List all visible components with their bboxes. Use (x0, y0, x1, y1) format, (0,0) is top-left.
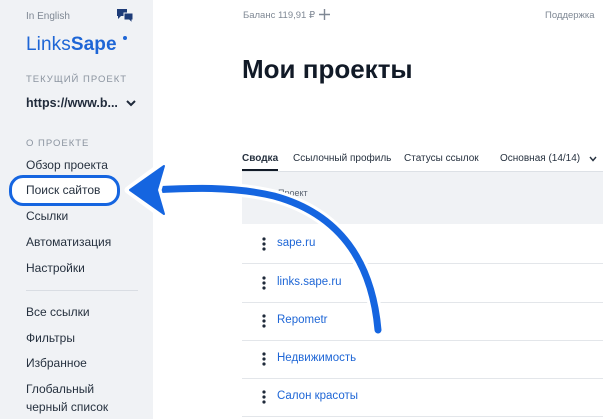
sidebar-item-automation[interactable]: Автоматизация (26, 235, 111, 249)
language-switch-link[interactable]: In English (26, 11, 70, 22)
sidebar-item-filters[interactable]: Фильтры (26, 331, 75, 345)
chevron-down-icon (126, 100, 136, 107)
sidebar-item-all-links[interactable]: Все ссылки (26, 305, 90, 319)
more-options-icon[interactable] (262, 237, 266, 251)
column-header-project: Проект (278, 188, 308, 198)
table-row[interactable]: links.sape.ru (242, 264, 603, 303)
sidebar-item-overview[interactable]: Обзор проекта (26, 158, 108, 172)
view-select[interactable]: Основная (14/14) (500, 153, 580, 164)
logo-dot (123, 36, 127, 40)
project-link[interactable]: Repometr (277, 314, 328, 326)
table-row[interactable]: sape.ru (242, 225, 603, 264)
sidebar: In English LinksSape ТЕКУЩИЙ ПРОЕКТ http… (0, 0, 153, 419)
more-options-icon[interactable] (262, 276, 266, 290)
tab-summary[interactable]: Сводка (242, 153, 278, 164)
chevron-down-icon[interactable] (589, 156, 597, 162)
sidebar-item-global-blacklist-line1[interactable]: Глобальный (26, 382, 94, 396)
project-link[interactable]: Недвижимость (277, 352, 356, 364)
balance-display: Баланс 119,91 ₽ (243, 10, 316, 21)
project-link[interactable]: Салон красоты (277, 390, 358, 402)
current-project-label: ТЕКУЩИЙ ПРОЕКТ (26, 74, 128, 85)
more-options-icon[interactable] (262, 314, 266, 328)
main-content: Баланс 119,91 ₽ Поддержка Мои проекты Св… (153, 0, 603, 419)
more-options-icon[interactable] (262, 390, 266, 404)
table-row[interactable]: Repometr (242, 302, 603, 341)
page-title: Мои проекты (242, 54, 413, 84)
sidebar-item-links[interactable]: Ссылки (26, 209, 68, 223)
project-select-value: https://www.b... (26, 96, 118, 110)
sidebar-item-settings[interactable]: Настройки (26, 261, 85, 275)
plus-icon[interactable] (319, 9, 330, 20)
table-row[interactable]: Салон красоты (242, 378, 603, 417)
table-header: Проект (242, 172, 603, 224)
tab-link-statuses[interactable]: Статусы ссылок (404, 153, 479, 164)
sidebar-divider (26, 290, 138, 291)
sidebar-item-global-blacklist-line2[interactable]: черный список (26, 400, 108, 414)
project-link[interactable]: sape.ru (277, 237, 315, 249)
more-options-icon[interactable] (262, 352, 266, 366)
sidebar-item-site-search[interactable]: Поиск сайтов (26, 183, 100, 197)
table-row[interactable]: Недвижимость (242, 340, 603, 379)
sidebar-item-favorites[interactable]: Избранное (26, 356, 87, 370)
project-link[interactable]: links.sape.ru (277, 276, 342, 288)
tab-link-profile[interactable]: Ссылочный профиль (293, 153, 391, 164)
support-link[interactable]: Поддержка (545, 10, 595, 21)
project-select[interactable]: https://www.b... (26, 96, 138, 114)
logo[interactable]: LinksSape (26, 34, 117, 56)
chat-icon[interactable] (116, 8, 134, 24)
about-section-label: О ПРОЕКТЕ (26, 138, 90, 149)
